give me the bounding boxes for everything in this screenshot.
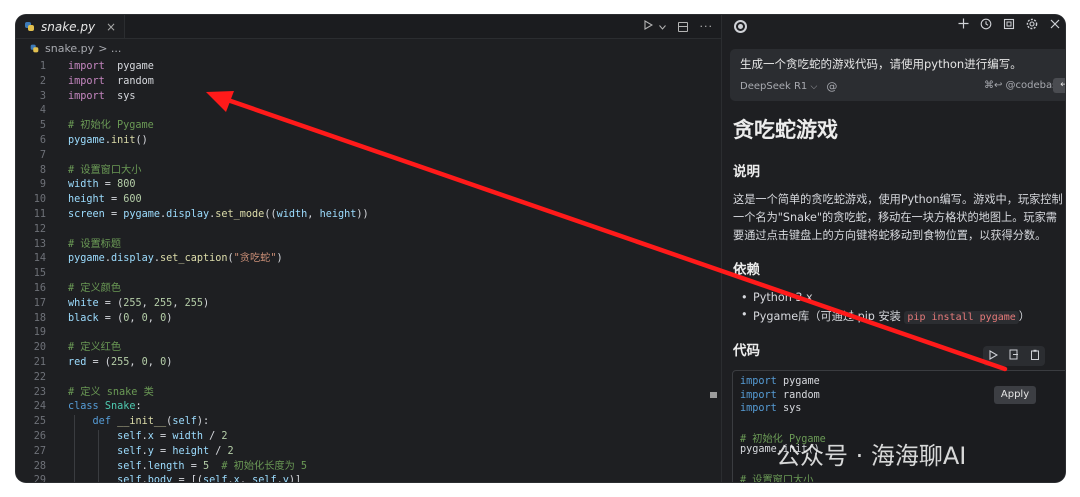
annotation-arrow (206, 91, 1008, 372)
